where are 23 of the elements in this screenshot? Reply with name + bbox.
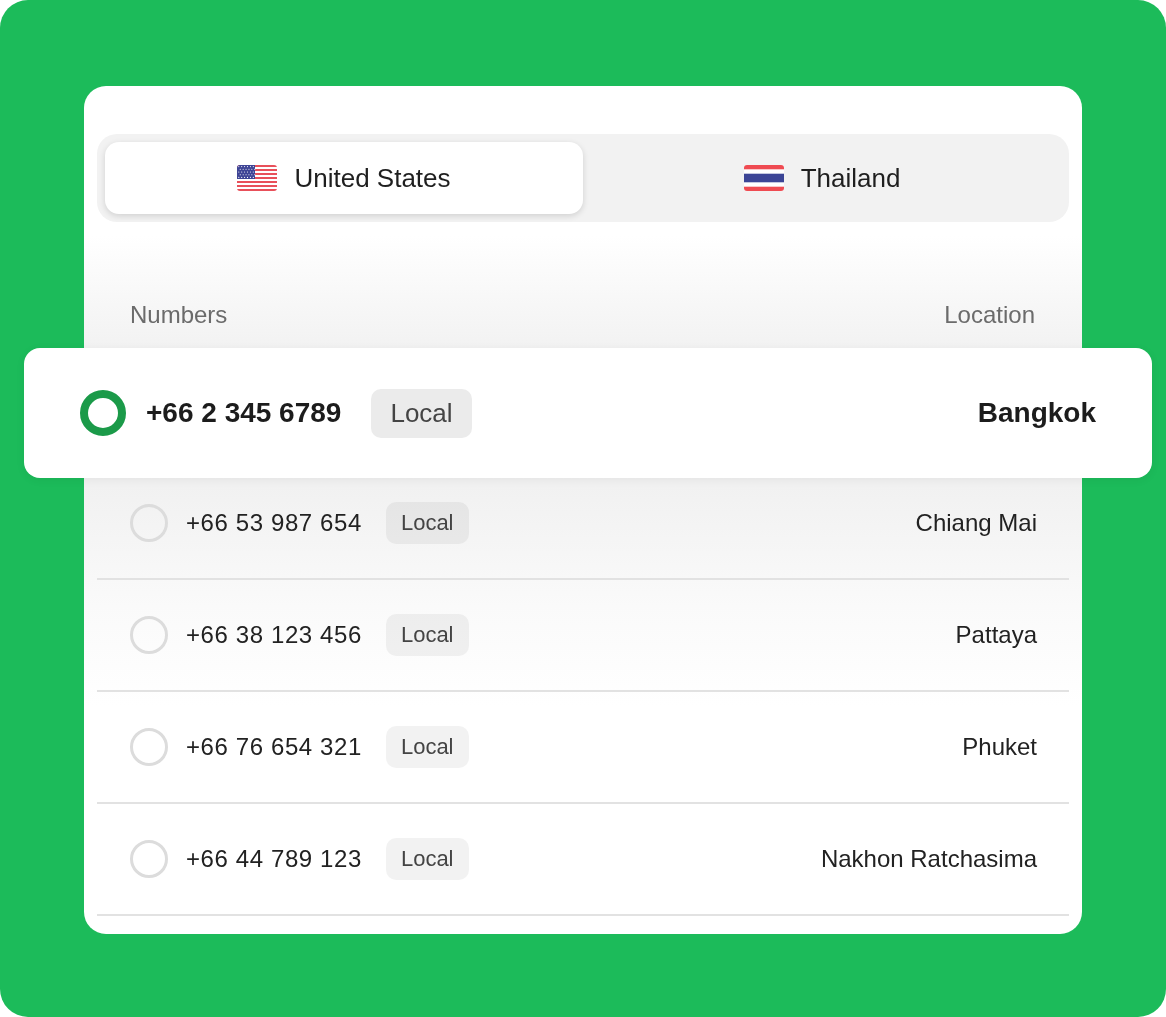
phone-number: +66 2 345 6789 (146, 397, 342, 429)
phone-number: +66 53 987 654 (186, 509, 362, 537)
location-name: Phuket (962, 733, 1037, 761)
phone-number: +66 44 789 123 (186, 845, 362, 873)
us-flag-icon (237, 165, 278, 191)
phone-number: +66 38 123 456 (186, 621, 362, 649)
location-name: Chiang Mai (915, 509, 1037, 537)
phone-number: +66 76 654 321 (186, 733, 362, 761)
number-type-tag: Local (385, 614, 469, 656)
location-name: Nakhon Ratchasima (820, 845, 1037, 873)
number-type-tag: Local (385, 726, 469, 768)
radio-button[interactable] (80, 390, 126, 436)
number-type-tag: Local (385, 502, 469, 544)
thailand-flag-icon (743, 165, 784, 191)
column-header: Numbers (130, 301, 228, 329)
location-name: Pattaya (955, 621, 1037, 649)
number-type-tag: Local (385, 838, 469, 880)
selected-number-row[interactable]: +66 2 345 6789 Local Bangkok (24, 348, 1152, 478)
country-tab[interactable]: United States (105, 142, 583, 214)
column-header: Location (944, 301, 1035, 329)
number-type-tag: Local (371, 388, 472, 438)
country-tab[interactable]: Thailand (583, 142, 1061, 214)
location-name: Bangkok (977, 397, 1096, 429)
